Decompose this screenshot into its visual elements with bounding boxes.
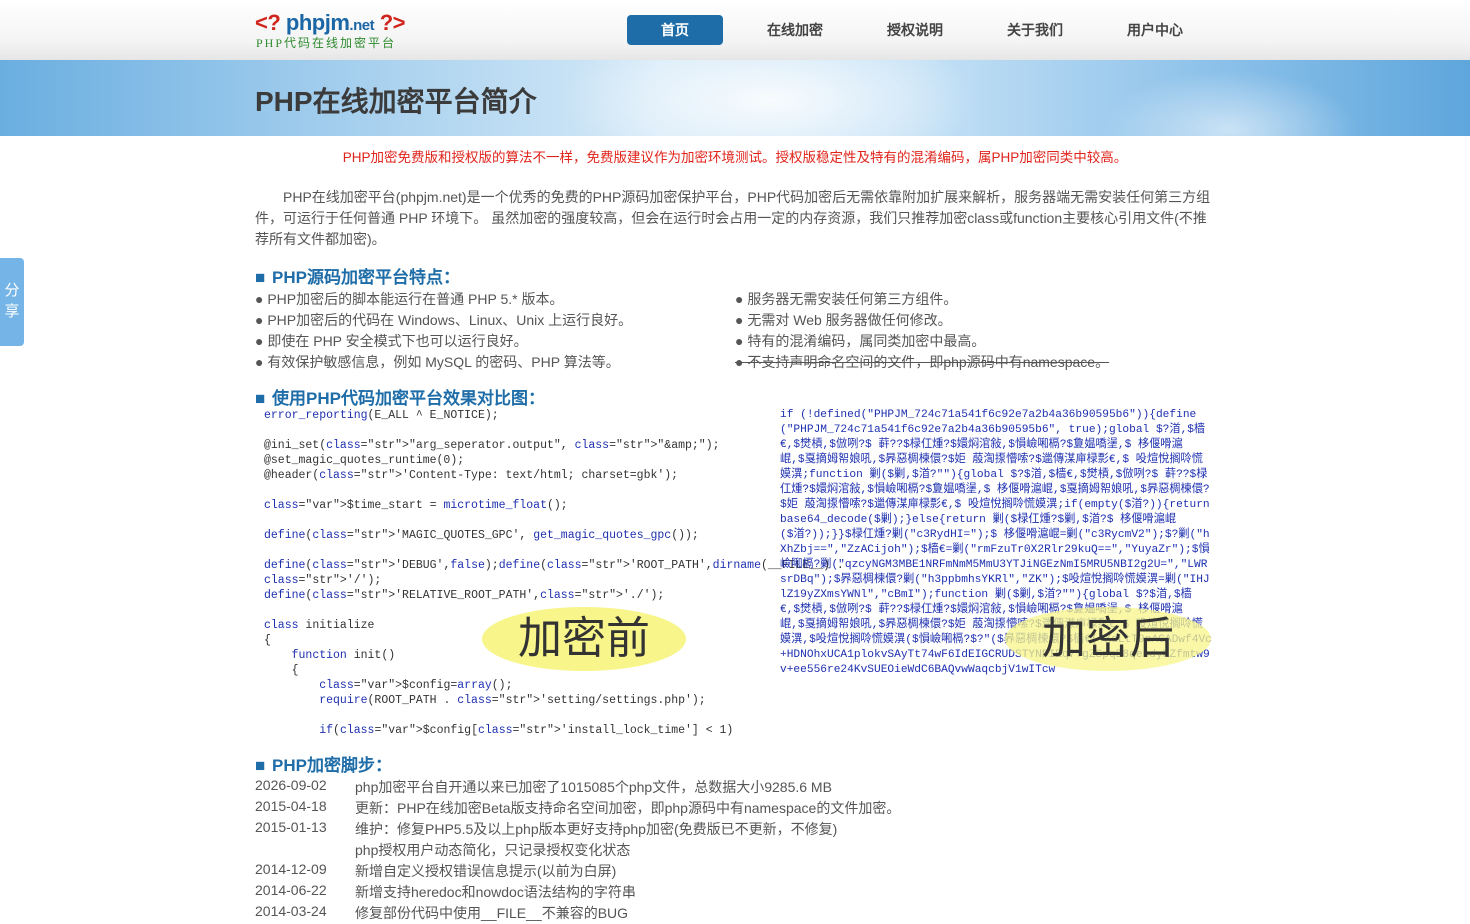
features-title: PHP源码加密平台特点： — [272, 268, 460, 287]
log-row: 2014-12-09 新增自定义授权错误信息提示(以前为白屏) — [255, 861, 1215, 882]
logo-tagline: PHP代码在线加密平台 — [256, 36, 397, 50]
features-heading: ■ PHP源码加密平台特点： — [255, 268, 460, 287]
notice-text: PHP加密免费版和授权版的算法不一样，免费版建议作为加密环境测试。授权版稳定性及… — [342, 150, 1128, 165]
code-line: class="var">$time_start = microtime_floa… — [264, 499, 568, 512]
steps-title: PHP加密脚步： — [272, 756, 392, 775]
log-text: 修复部份代码中使用__FILE__不兼容的BUG — [355, 905, 629, 921]
log-date: 2015-04-18 — [255, 798, 327, 814]
page-title: PHP在线加密平台简介 — [255, 86, 537, 117]
code-line: class="var">$config=array(); — [319, 679, 513, 692]
log-text: php授权用户动态简化，只记录授权变化状态 — [355, 842, 631, 858]
log-text: 维护：修复PHP5.5及以上php版本更好支持php加密(免费版已不更新，不修复… — [355, 821, 838, 837]
logo-brand-name: phpjm — [285, 10, 350, 35]
feature-item: ● 无需对 Web 服务器做任何修改。 — [735, 312, 952, 328]
code-line: @header(class="str">'Content-Type: text/… — [264, 469, 679, 482]
feature-item: ● 服务器无需安装任何第三方组件。 — [735, 291, 958, 307]
intro-paragraph: PHP在线加密平台(phpjm.net)是一个优秀的免费的PHP源码加密保护平台… — [255, 189, 1211, 247]
before-label-badge: 加密前 — [482, 607, 686, 671]
code-line: require(ROOT_PATH . class="str">'setting… — [319, 694, 706, 707]
page-banner: PHP在线加密平台简介 — [0, 60, 1470, 136]
code-after-panel: if (!defined("PHPJM_724c71a541f6c92e7a2b… — [780, 409, 1212, 676]
feature-item: ● 即使在 PHP 安全模式下也可以运行良好。 — [255, 333, 528, 349]
feature-item-deprecated: ● 不支持声明命名空间的文件，即php源码中有namespace。 — [735, 354, 1110, 370]
log-date: 2015-01-13 — [255, 819, 327, 835]
log-text: 新增自定义授权错误信息提示(以前为白屏) — [355, 863, 617, 879]
nav-about-us[interactable]: 关于我们 — [987, 15, 1083, 45]
feature-item: ● PHP加密后的脚本能运行在普通 PHP 5.* 版本。 — [255, 291, 564, 307]
log-date: 2014-03-24 — [255, 903, 327, 919]
after-label-badge: 加密后 — [1005, 607, 1211, 671]
log-text: 更新：PHP在线加密Beta版支持命名空间加密，即php源码中有namespac… — [355, 800, 901, 816]
code-line: define(class="str">'DEBUG',false);define… — [264, 559, 844, 572]
code-line: @ini_set(class="str">"arg_seperator.outp… — [264, 439, 720, 452]
compare-heading: ■ 使用PHP代码加密平台效果对比图： — [255, 389, 545, 408]
code-line: { — [264, 664, 299, 677]
log-date: 2014-12-09 — [255, 861, 327, 877]
code-line: if(class="var">$config[class="str">'inst… — [319, 724, 734, 737]
share-label-1: 分 — [4, 282, 20, 299]
log-text: php加密平台自开通以来已加密了1015085个php文件，总数据大小9285.… — [355, 779, 832, 795]
feature-item: ● 有效保护敏感信息，例如 MySQL 的密码、PHP 算法等。 — [255, 354, 620, 370]
share-label-2: 享 — [4, 303, 20, 320]
log-date: 2026-09-02 — [255, 777, 327, 793]
log-date: 2014-06-22 — [255, 882, 327, 898]
site-logo[interactable]: <? phpjm.net ?> PHP代码在线加密平台 — [255, 10, 415, 50]
log-row: 2026-09-02 php加密平台自开通以来已加密了1015085个php文件，… — [255, 777, 1215, 798]
code-before-panel: error_reporting(E_ALL ^ E_NOTICE); @ini_… — [264, 408, 844, 738]
logo-tld: .net — [349, 17, 375, 34]
code-line: define(class="str">'RELATIVE_ROOT_PATH',… — [264, 589, 665, 602]
log-row: php授权用户动态简化，只记录授权变化状态 — [255, 840, 1215, 861]
log-text: 新增支持heredoc和nowdoc语法结构的字符串 — [355, 884, 636, 900]
compare-title: 使用PHP代码加密平台效果对比图： — [272, 389, 545, 408]
top-header: <? phpjm.net ?> PHP代码在线加密平台 首页 在线加密 授权说明… — [0, 0, 1470, 61]
logo-brand: <? phpjm.net ?> — [255, 10, 406, 35]
log-row: 2015-04-18 更新：PHP在线加密Beta版支持命名空间加密，即php源码… — [255, 798, 1215, 819]
nav-home[interactable]: 首页 — [627, 15, 723, 45]
nav-online-encrypt[interactable]: 在线加密 — [747, 15, 843, 45]
log-row: 2014-06-22 新增支持heredoc和nowdoc语法结构的字符串 — [255, 882, 1215, 903]
feature-item: ● 特有的混淆编码，属同类加密中最高。 — [735, 333, 986, 349]
log-row: 2014-03-24 修复部份代码中使用__FILE__不兼容的BUG — [255, 903, 1215, 924]
code-line: error_reporting(E_ALL ^ E_NOTICE); — [264, 409, 499, 422]
code-line: @set_magic_quotes_runtime(0); — [264, 454, 465, 467]
log-row: 2015-01-13 维护：修复PHP5.5及以上php版本更好支持php加密(免… — [255, 819, 1215, 840]
share-button[interactable]: 分 享 — [0, 258, 24, 346]
steps-heading: ■ PHP加密脚步： — [255, 756, 392, 775]
nav-license-info[interactable]: 授权说明 — [867, 15, 963, 45]
nav-user-center[interactable]: 用户中心 — [1107, 15, 1203, 45]
code-line: class="str">'/'); — [264, 574, 382, 587]
code-line: define(class="str">'MAGIC_QUOTES_GPC', g… — [264, 529, 699, 542]
feature-item: ● PHP加密后的代码在 Windows、Linux、Unix 上运行良好。 — [255, 312, 633, 328]
